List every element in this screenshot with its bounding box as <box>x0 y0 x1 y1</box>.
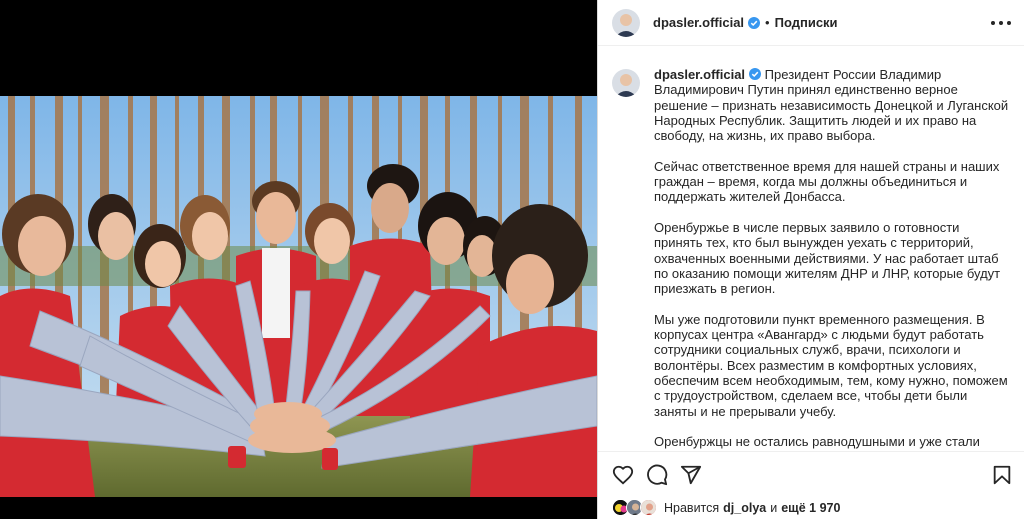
liker-avatars <box>612 499 658 517</box>
verified-badge-icon <box>749 68 762 80</box>
author-avatar[interactable] <box>612 8 640 37</box>
caption-paragraph-4: Мы уже подготовили пункт временного разм… <box>654 311 1008 419</box>
post-header: dpasler.official • Подписки <box>598 0 1024 46</box>
author-username[interactable]: dpasler.official <box>653 15 744 30</box>
likes-summary: Нравится dj_olya и ещё 1 970 <box>612 498 840 518</box>
caption-username[interactable]: dpasler.official <box>654 67 745 82</box>
more-dot <box>1007 21 1011 25</box>
caption-text: dpasler.official Президент России Владим… <box>654 67 1009 451</box>
following-button[interactable]: Подписки <box>775 15 838 30</box>
post-photo[interactable] <box>0 96 597 497</box>
bookmark-icon[interactable] <box>991 464 1013 486</box>
share-icon[interactable] <box>680 464 702 486</box>
liker-username[interactable]: dj_olya <box>723 501 766 515</box>
group-photo-illustration <box>0 96 597 497</box>
caption-row: dpasler.official Президент России Владим… <box>612 67 1009 451</box>
media-viewer <box>0 0 597 519</box>
likes-conjunction: и <box>770 501 778 515</box>
caption-paragraph-2: Сейчас ответственное время для нашей стр… <box>654 158 1000 205</box>
post-panel: dpasler.official • Подписки dpasler.offi… <box>597 0 1024 519</box>
liker-avatar[interactable] <box>640 499 657 516</box>
caption-scroll-area[interactable]: dpasler.official Президент России Владим… <box>598 47 1024 451</box>
verified-badge-icon <box>748 16 761 29</box>
comment-icon[interactable] <box>646 464 668 486</box>
more-dot <box>991 21 995 25</box>
more-options-icon[interactable] <box>991 15 1011 31</box>
caption-paragraph-3: Оренбуржье в числе первых заявило о гото… <box>654 219 1001 297</box>
action-bar <box>598 451 1024 497</box>
caption-paragraph: dpasler.official Президент России Владим… <box>654 67 1009 143</box>
caption-paragraph-5: Оренбуржцы не остались равнодушными и уж… <box>654 434 994 451</box>
separator-dot: • <box>765 15 770 30</box>
more-dot <box>999 21 1003 25</box>
heart-icon[interactable] <box>612 464 634 486</box>
likes-count[interactable]: ещё 1 970 <box>781 501 840 515</box>
caption-author-avatar[interactable] <box>612 69 640 97</box>
likes-prefix: Нравится <box>664 501 720 515</box>
